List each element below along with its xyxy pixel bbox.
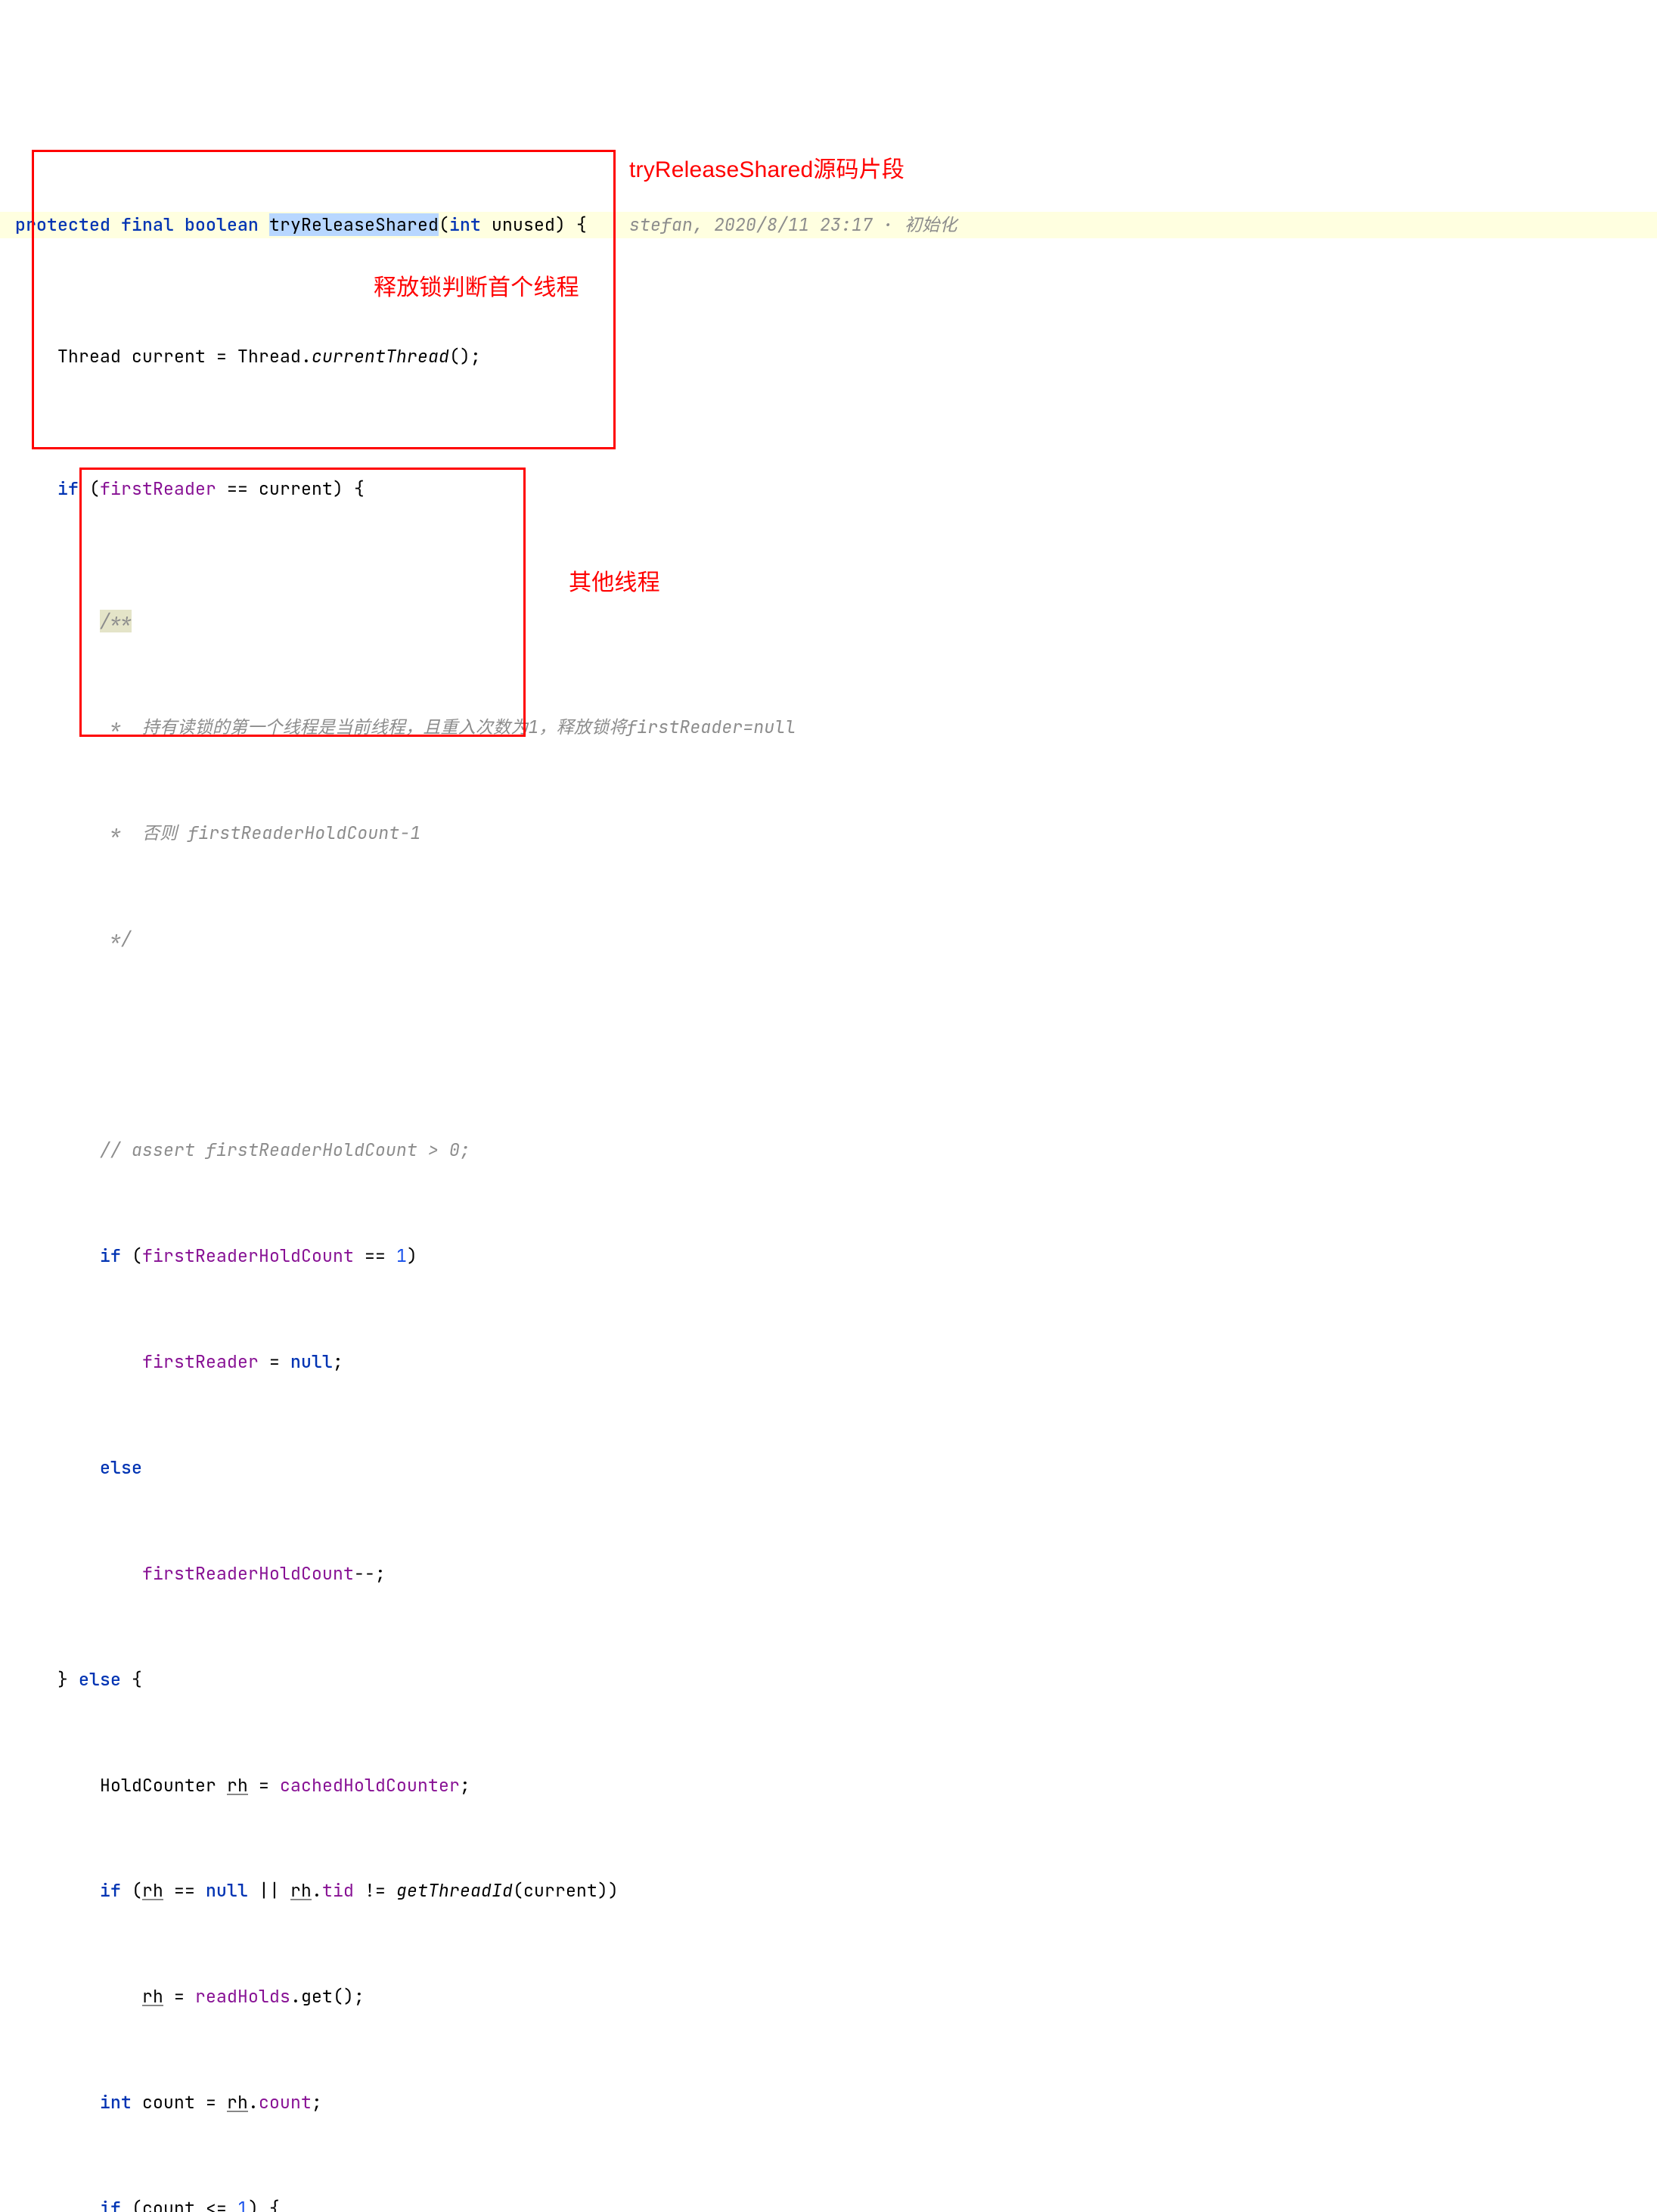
comment-assert: // assert firstReaderHoldCount > 0;: [100, 1139, 470, 1161]
method-name: tryReleaseShared: [269, 213, 439, 236]
code-line[interactable]: * 持有读锁的第一个线程是当前线程，且重入次数为1，释放锁将firstReade…: [0, 714, 1657, 741]
code-line[interactable]: protected final boolean tryReleaseShared…: [0, 212, 1657, 238]
field-firstReader: firstReader: [100, 477, 216, 500]
var-rh: rh: [290, 1879, 312, 1902]
javadoc-line: * 持有读锁的第一个线程是当前线程，且重入次数为1，释放锁将firstReade…: [100, 716, 796, 738]
var-rh: rh: [227, 1774, 248, 1797]
javadoc-line: * 否则 firstReaderHoldCount-1: [100, 822, 420, 844]
keyword-if: if: [100, 1879, 121, 1902]
literal-1: 1: [237, 2197, 248, 2212]
annotation-label-title: tryReleaseShared源码片段: [629, 153, 905, 188]
literal-null: null: [290, 1350, 333, 1373]
code-line[interactable]: */: [0, 926, 1657, 952]
var-rh: rh: [142, 1985, 163, 2008]
field-firstReaderHoldCount: firstReaderHoldCount: [142, 1562, 354, 1585]
code-line[interactable]: if (firstReaderHoldCount == 1): [0, 1243, 1657, 1269]
keyword-protected: protected: [15, 213, 110, 236]
keyword-final: final: [121, 213, 174, 236]
call-currentThread: currentThread: [312, 345, 449, 368]
field-firstReaderHoldCount: firstReaderHoldCount: [142, 1244, 354, 1267]
code-line[interactable]: int count = rh.count;: [0, 2089, 1657, 2116]
field-cachedHoldCounter: cachedHoldCounter: [280, 1774, 460, 1797]
code-line[interactable]: HoldCounter rh = cachedHoldCounter;: [0, 1772, 1657, 1799]
var-current: current: [132, 345, 206, 368]
code-line[interactable]: firstReader = null;: [0, 1349, 1657, 1375]
inline-author-annotation: stefan, 2020/8/11 23:17 · 初始化: [629, 213, 957, 236]
code-line[interactable]: [0, 1032, 1657, 1058]
keyword-int: int: [100, 2091, 132, 2114]
field-count: count: [259, 2091, 312, 2114]
literal-1: 1: [396, 1244, 407, 1267]
keyword-if: if: [100, 1244, 121, 1267]
keyword-else: else: [100, 1456, 142, 1479]
param-unused: unused: [492, 213, 555, 236]
code-line[interactable]: else: [0, 1455, 1657, 1481]
var-rh: rh: [227, 2091, 248, 2114]
code-line[interactable]: } else {: [0, 1667, 1657, 1693]
code-line[interactable]: if (count <= 1) {: [0, 2195, 1657, 2212]
code-line[interactable]: /**: [0, 608, 1657, 635]
javadoc-open: /**: [100, 610, 132, 632]
code-line[interactable]: // assert firstReaderHoldCount > 0;: [0, 1137, 1657, 1163]
code-line[interactable]: if (firstReader == current) {: [0, 476, 1657, 502]
code-editor[interactable]: protected final boolean tryReleaseShared…: [0, 106, 1657, 2212]
code-line[interactable]: firstReaderHoldCount--;: [0, 1561, 1657, 1587]
call-getThreadId: getThreadId: [396, 1879, 513, 1902]
field-firstReader: firstReader: [142, 1350, 259, 1373]
field-readHolds: readHolds: [195, 1985, 290, 2008]
annotation-box-first-thread: [32, 150, 616, 449]
keyword-boolean: boolean: [185, 213, 259, 236]
field-tid: tid: [322, 1879, 354, 1902]
code-line[interactable]: rh = readHolds.get();: [0, 1984, 1657, 2010]
type-holdcounter: HoldCounter: [100, 1774, 216, 1797]
keyword-if: if: [57, 477, 79, 500]
code-line[interactable]: * 否则 firstReaderHoldCount-1: [0, 820, 1657, 847]
literal-null: null: [206, 1879, 248, 1902]
keyword-else: else: [79, 1668, 121, 1691]
code-line[interactable]: Thread current = Thread.currentThread();: [0, 343, 1657, 370]
var-rh: rh: [142, 1879, 163, 1902]
code-line[interactable]: if (rh == null || rh.tid != getThreadId(…: [0, 1878, 1657, 1904]
keyword-int: int: [449, 213, 481, 236]
javadoc-close: */: [100, 927, 132, 950]
annotation-label-box1: 释放锁判断首个线程: [374, 271, 579, 306]
annotation-box-other-thread: [79, 468, 526, 737]
call-get: get: [301, 1985, 333, 2008]
type-thread: Thread: [57, 345, 121, 368]
annotation-label-box2: 其他线程: [569, 566, 660, 601]
var-count: count: [142, 2091, 195, 2114]
keyword-if: if: [100, 2197, 121, 2212]
